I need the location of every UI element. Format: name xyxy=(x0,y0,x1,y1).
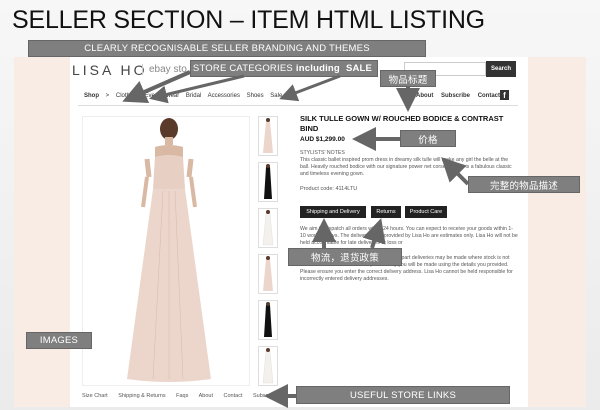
arrow-sale xyxy=(279,74,341,102)
arrow-returns xyxy=(362,218,386,249)
annotation-arrows xyxy=(122,70,470,408)
arrow-description xyxy=(441,157,470,186)
arrow-categories-2 xyxy=(149,74,245,104)
